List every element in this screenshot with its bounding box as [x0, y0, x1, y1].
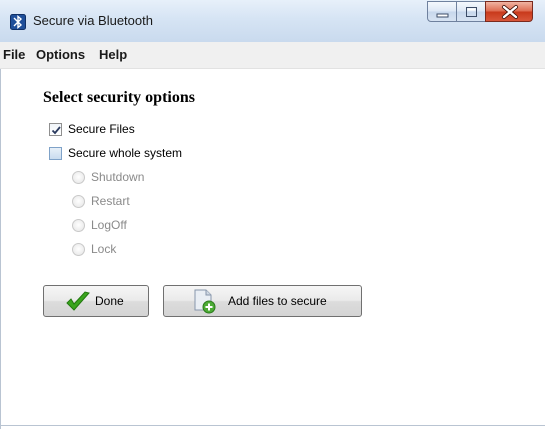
window-border-left	[0, 69, 1, 429]
section-heading: Select security options	[43, 89, 195, 106]
secure-files-checkbox[interactable]	[49, 123, 62, 136]
minimize-button[interactable]	[427, 1, 457, 22]
menu-help[interactable]: Help	[99, 47, 127, 62]
add-files-button-label: Add files to secure	[228, 294, 327, 308]
shutdown-label: Shutdown	[91, 170, 145, 184]
done-button[interactable]: Done	[43, 285, 149, 317]
window-title: Secure via Bluetooth	[33, 13, 153, 28]
lock-radio[interactable]	[72, 243, 85, 256]
minimize-icon	[436, 13, 449, 18]
menu-options[interactable]: Options	[36, 47, 85, 62]
logoff-radio[interactable]	[72, 219, 85, 232]
close-button[interactable]	[485, 1, 533, 22]
shutdown-radio[interactable]	[72, 171, 85, 184]
menu-bar: File Options Help	[0, 42, 545, 69]
restart-radio[interactable]	[72, 195, 85, 208]
done-button-label: Done	[95, 294, 124, 308]
restart-label: Restart	[91, 194, 130, 208]
maximize-icon	[466, 7, 477, 17]
maximize-button[interactable]	[456, 1, 486, 22]
add-files-button[interactable]: Add files to secure	[163, 285, 362, 317]
app-window: Secure via Bluetooth File Options Help S…	[0, 0, 545, 429]
secure-whole-system-label[interactable]: Secure whole system	[68, 146, 182, 160]
secure-whole-system-checkbox[interactable]	[49, 147, 62, 160]
menu-file[interactable]: File	[3, 47, 25, 62]
logoff-label: LogOff	[91, 218, 127, 232]
lock-label: Lock	[91, 242, 117, 256]
add-files-icon	[194, 289, 216, 314]
secure-files-label[interactable]: Secure Files	[68, 122, 135, 136]
checkmark-icon	[66, 291, 90, 311]
close-icon	[502, 5, 518, 19]
window-border-bottom	[0, 425, 545, 426]
bluetooth-lock-icon	[10, 14, 26, 30]
checkmark-small-icon	[51, 126, 61, 135]
title-bar[interactable]: Secure via Bluetooth	[0, 0, 545, 43]
